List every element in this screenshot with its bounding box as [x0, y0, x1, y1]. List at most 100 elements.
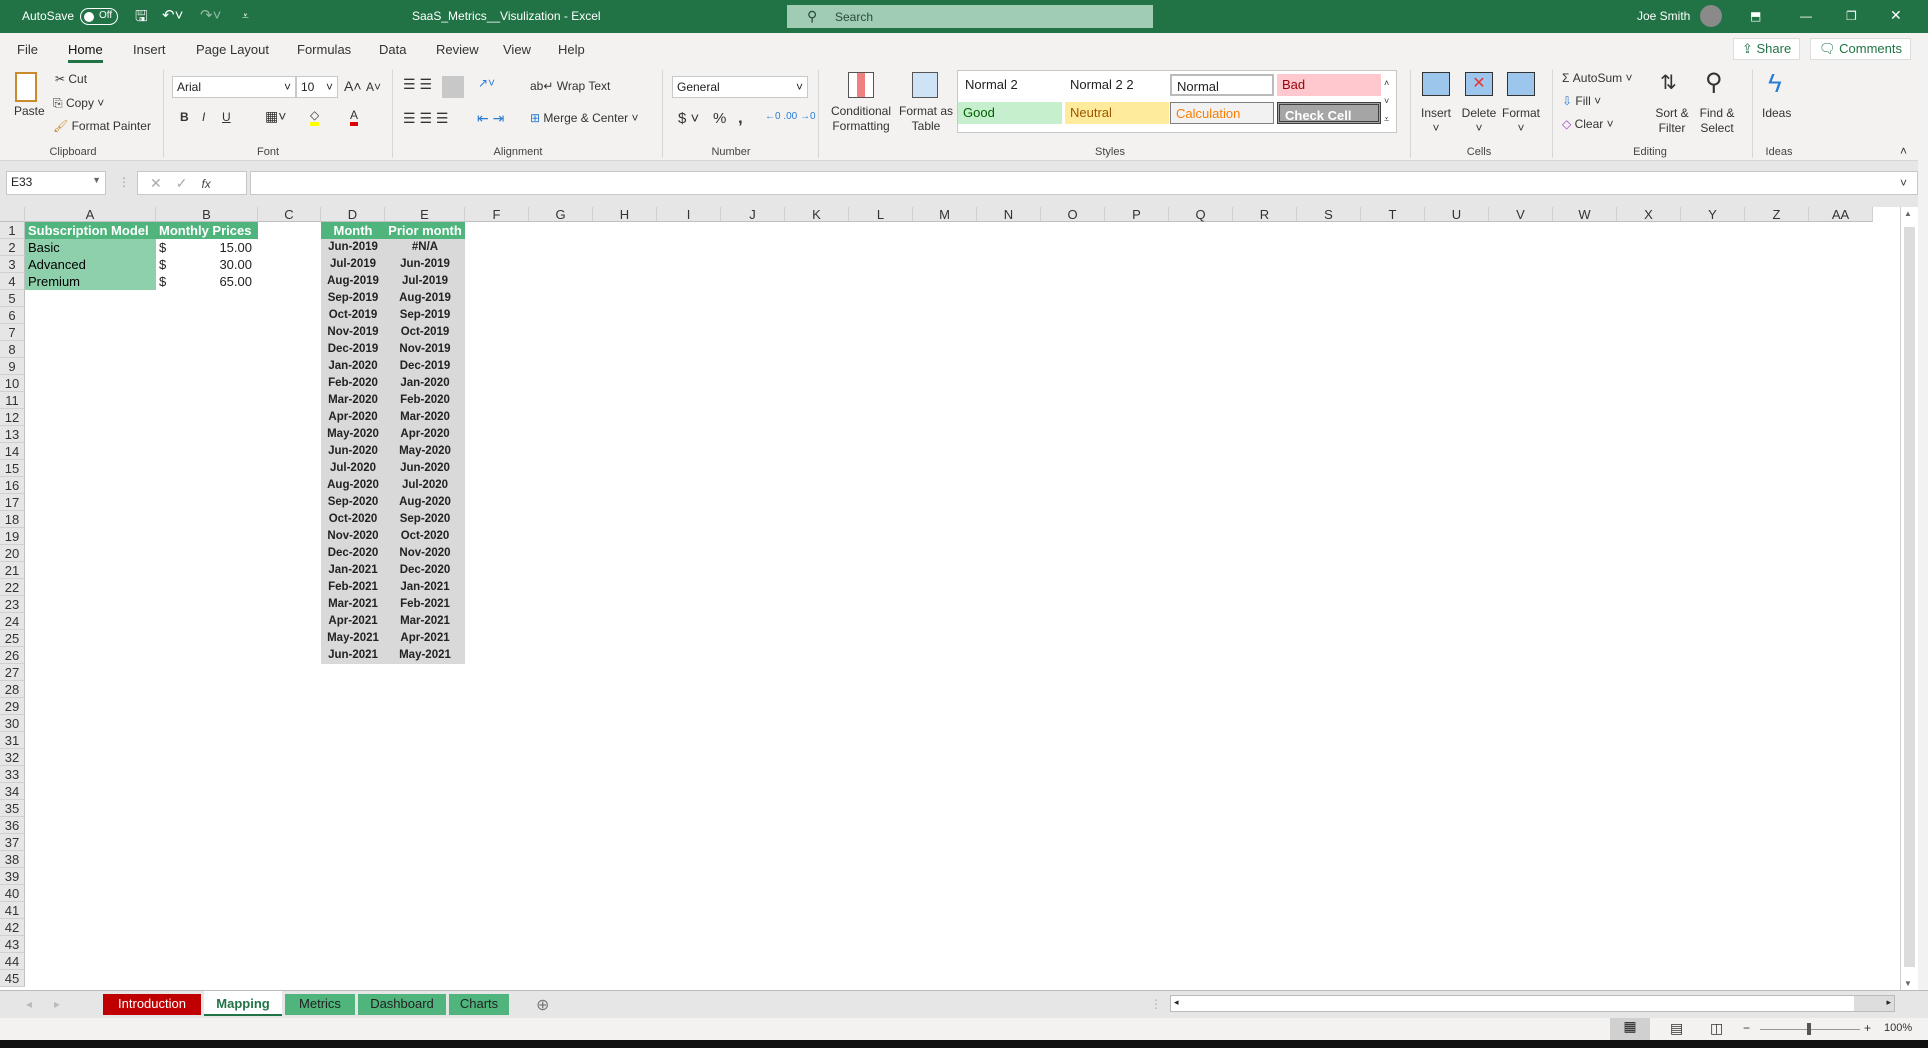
cut-button[interactable]: ✂ Cut: [55, 72, 87, 86]
font-name-select[interactable]: Arial ˅: [172, 76, 296, 98]
cell-e7[interactable]: Oct-2019: [385, 324, 465, 341]
normal-view-icon[interactable]: ▦: [1610, 1018, 1650, 1040]
cell-e15[interactable]: Jun-2020: [385, 460, 465, 477]
align-left-center-right-icons[interactable]: ☰ ☰ ☰: [403, 110, 448, 127]
enter-icon[interactable]: ✓: [176, 175, 202, 191]
restore-icon[interactable]: ❐: [1846, 9, 1857, 23]
minimize-icon[interactable]: —: [1800, 9, 1812, 23]
select-all-corner[interactable]: [0, 207, 25, 222]
format-as-table-button[interactable]: Format as Table: [896, 104, 956, 134]
paste-button[interactable]: Paste: [14, 104, 45, 119]
tab-formulas[interactable]: Formulas: [297, 42, 351, 57]
column-header-o[interactable]: O: [1041, 207, 1105, 222]
row-header-26[interactable]: 26: [0, 647, 25, 664]
orientation-icon[interactable]: ↗˅: [478, 76, 495, 90]
insert-function-button[interactable]: fx: [201, 177, 210, 191]
cell-d6[interactable]: Oct-2019: [321, 307, 385, 324]
font-color-icon[interactable]: A: [350, 108, 359, 126]
sheet-tab-metrics[interactable]: Metrics: [285, 994, 355, 1015]
autosave-toggle[interactable]: Off: [80, 8, 118, 25]
vertical-scrollbar[interactable]: ▲ ▼: [1900, 207, 1918, 990]
cell-e5[interactable]: Aug-2019: [385, 290, 465, 307]
row-header-35[interactable]: 35: [0, 800, 25, 817]
row-header-39[interactable]: 39: [0, 868, 25, 885]
italic-button[interactable]: I: [202, 110, 205, 124]
tab-home[interactable]: Home: [68, 42, 103, 63]
sheet-tab-charts[interactable]: Charts: [449, 994, 509, 1015]
row-header-20[interactable]: 20: [0, 545, 25, 562]
scroll-thumb[interactable]: [1904, 227, 1915, 967]
cell-e4[interactable]: Jul-2019: [385, 273, 465, 290]
currency-button[interactable]: $ ˅: [678, 110, 699, 127]
row-header-43[interactable]: 43: [0, 936, 25, 953]
row-header-11[interactable]: 11: [0, 392, 25, 409]
percent-button[interactable]: %: [713, 110, 726, 127]
cell-e11[interactable]: Feb-2020: [385, 392, 465, 409]
cell-d22[interactable]: Feb-2021: [321, 579, 385, 596]
fill-button[interactable]: ⇩ Fill ˅: [1562, 94, 1601, 108]
column-header-z[interactable]: Z: [1745, 207, 1809, 222]
column-header-a[interactable]: A: [25, 207, 156, 222]
share-button[interactable]: ⇪ Share: [1733, 38, 1801, 60]
cell-d11[interactable]: Mar-2020: [321, 392, 385, 409]
expand-formula-icon[interactable]: ˅: [1900, 176, 1907, 190]
cell-e2[interactable]: #N/A: [385, 239, 465, 256]
new-sheet-icon[interactable]: ⊕: [536, 995, 549, 1015]
row-header-12[interactable]: 12: [0, 409, 25, 426]
column-header-v[interactable]: V: [1489, 207, 1553, 222]
horizontal-scrollbar[interactable]: ◂ ▸: [1170, 995, 1895, 1012]
cell-d18[interactable]: Oct-2020: [321, 511, 385, 528]
row-header-7[interactable]: 7: [0, 324, 25, 341]
row-header-24[interactable]: 24: [0, 613, 25, 630]
column-header-n[interactable]: N: [977, 207, 1041, 222]
cell-e3[interactable]: Jun-2019: [385, 256, 465, 273]
row-header-1[interactable]: 1: [0, 222, 25, 239]
tab-view[interactable]: View: [503, 42, 531, 57]
cell-d8[interactable]: Dec-2019: [321, 341, 385, 358]
cell-e17[interactable]: Aug-2020: [385, 494, 465, 511]
scroll-left-icon[interactable]: ◂: [1174, 997, 1179, 1008]
cell-d24[interactable]: Apr-2021: [321, 613, 385, 630]
column-header-k[interactable]: K: [785, 207, 849, 222]
cell-e8[interactable]: Nov-2019: [385, 341, 465, 358]
sort-filter-button[interactable]: Sort & Filter: [1650, 106, 1694, 136]
column-header-d[interactable]: D: [321, 207, 385, 222]
cell-e12[interactable]: Mar-2020: [385, 409, 465, 426]
row-header-6[interactable]: 6: [0, 307, 25, 324]
collapse-ribbon-icon[interactable]: ˄: [1900, 144, 1907, 158]
row-header-25[interactable]: 25: [0, 630, 25, 647]
tab-insert[interactable]: Insert: [133, 42, 166, 57]
column-header-c[interactable]: C: [258, 207, 321, 222]
scroll-right-icon[interactable]: ▸: [1886, 997, 1891, 1008]
delete-button[interactable]: Delete ˅: [1460, 106, 1498, 136]
column-header-h[interactable]: H: [593, 207, 657, 222]
format-painter-button[interactable]: 🖌 Format Painter: [53, 119, 151, 133]
row-header-30[interactable]: 30: [0, 715, 25, 732]
row-header-21[interactable]: 21: [0, 562, 25, 579]
row-header-40[interactable]: 40: [0, 885, 25, 902]
row-header-37[interactable]: 37: [0, 834, 25, 851]
row-header-32[interactable]: 32: [0, 749, 25, 766]
row-header-8[interactable]: 8: [0, 341, 25, 358]
autosum-button[interactable]: Σ AutoSum ˅: [1562, 71, 1632, 85]
cell-e26[interactable]: May-2021: [385, 647, 465, 664]
cell-d4[interactable]: Aug-2019: [321, 273, 385, 290]
cell-d21[interactable]: Jan-2021: [321, 562, 385, 579]
row-header-29[interactable]: 29: [0, 698, 25, 715]
zoom-level[interactable]: 100%: [1884, 1022, 1912, 1034]
column-header-i[interactable]: I: [657, 207, 721, 222]
undo-icon[interactable]: ↶˅: [162, 6, 183, 24]
cell-a4[interactable]: Premium: [25, 273, 156, 290]
style-bad[interactable]: Bad: [1277, 74, 1381, 96]
cell-a2[interactable]: Basic: [25, 239, 156, 256]
row-header-34[interactable]: 34: [0, 783, 25, 800]
page-break-view-icon[interactable]: ◫: [1710, 1020, 1723, 1037]
cell-d25[interactable]: May-2021: [321, 630, 385, 647]
insert-button[interactable]: Insert ˅: [1420, 106, 1452, 136]
row-header-4[interactable]: 4: [0, 273, 25, 290]
borders-icon[interactable]: ▦˅: [265, 108, 286, 125]
cell-d5[interactable]: Sep-2019: [321, 290, 385, 307]
tab-review[interactable]: Review: [436, 42, 479, 57]
row-header-42[interactable]: 42: [0, 919, 25, 936]
column-header-s[interactable]: S: [1297, 207, 1361, 222]
